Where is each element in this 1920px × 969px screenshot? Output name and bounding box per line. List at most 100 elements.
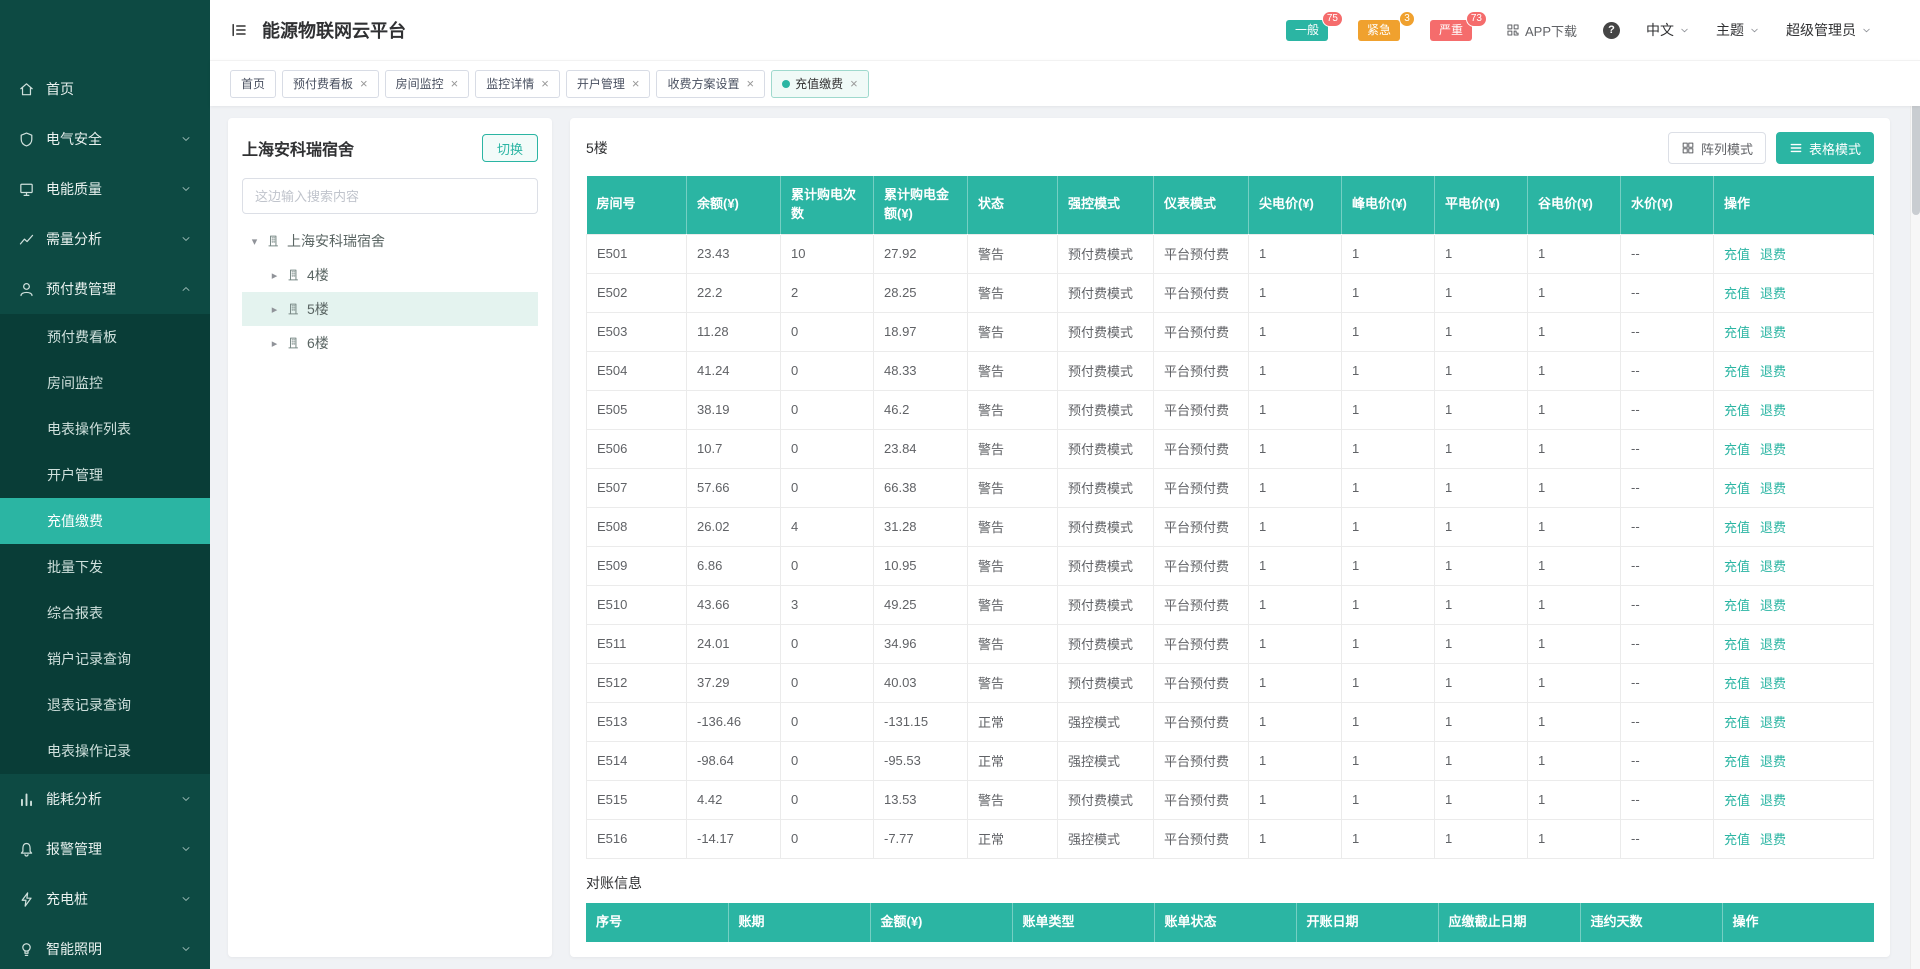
refund-link[interactable]: 退费 bbox=[1760, 832, 1786, 847]
recharge-link[interactable]: 充值 bbox=[1724, 286, 1750, 301]
language-selector[interactable]: 中文 bbox=[1646, 20, 1690, 40]
room-cell: 1 bbox=[1249, 663, 1342, 702]
sidebar-subitem[interactable]: 批量下发 bbox=[0, 544, 210, 590]
recharge-link[interactable]: 充值 bbox=[1724, 754, 1750, 769]
user-menu[interactable]: 超级管理员 bbox=[1786, 20, 1872, 40]
tree-floor-node[interactable]: ▸4楼 bbox=[242, 258, 538, 292]
recharge-link[interactable]: 充值 bbox=[1724, 364, 1750, 379]
tree-floor-node[interactable]: ▸5楼 bbox=[242, 292, 538, 326]
recharge-link[interactable]: 充值 bbox=[1724, 598, 1750, 613]
tree-search-input[interactable] bbox=[242, 178, 538, 214]
recharge-link[interactable]: 充值 bbox=[1724, 715, 1750, 730]
refund-link[interactable]: 退费 bbox=[1760, 247, 1786, 262]
tab-close-icon[interactable]: × bbox=[746, 77, 754, 90]
recharge-link[interactable]: 充值 bbox=[1724, 832, 1750, 847]
refund-link[interactable]: 退费 bbox=[1760, 442, 1786, 457]
refund-link[interactable]: 退费 bbox=[1760, 637, 1786, 652]
caret-right-icon[interactable]: ▸ bbox=[268, 337, 281, 350]
sidebar-item-smart-lighting[interactable]: 智能照明 bbox=[0, 924, 210, 969]
reconciliation-header-cell: 账期 bbox=[728, 903, 870, 942]
room-cell: 预付费模式 bbox=[1058, 546, 1154, 585]
recharge-link[interactable]: 充值 bbox=[1724, 247, 1750, 262]
recharge-link[interactable]: 充值 bbox=[1724, 520, 1750, 535]
room-cell: 1 bbox=[1342, 429, 1435, 468]
tab-close-icon[interactable]: × bbox=[632, 77, 640, 90]
refund-link[interactable]: 退费 bbox=[1760, 403, 1786, 418]
sidebar-collapse-icon[interactable] bbox=[230, 21, 248, 39]
recharge-link[interactable]: 充值 bbox=[1724, 481, 1750, 496]
caret-right-icon[interactable]: ▸ bbox=[268, 269, 281, 282]
room-cell: 1 bbox=[1249, 468, 1342, 507]
recharge-link[interactable]: 充值 bbox=[1724, 403, 1750, 418]
chevron-up-icon bbox=[180, 283, 192, 295]
refund-link[interactable]: 退费 bbox=[1760, 598, 1786, 613]
refund-link[interactable]: 退费 bbox=[1760, 754, 1786, 769]
caret-right-icon[interactable]: ▸ bbox=[268, 303, 281, 316]
tree-floor-node[interactable]: ▸6楼 bbox=[242, 326, 538, 360]
vertical-scrollbar[interactable] bbox=[1910, 61, 1920, 969]
sidebar-item-energy-analysis[interactable]: 能耗分析 bbox=[0, 774, 210, 824]
sidebar-item-alarm-management[interactable]: 报警管理 bbox=[0, 824, 210, 874]
refund-link[interactable]: 退费 bbox=[1760, 286, 1786, 301]
theme-selector[interactable]: 主题 bbox=[1716, 20, 1760, 40]
recharge-link[interactable]: 充值 bbox=[1724, 676, 1750, 691]
recharge-link[interactable]: 充值 bbox=[1724, 325, 1750, 340]
sidebar-subitem[interactable]: 房间监控 bbox=[0, 360, 210, 406]
refund-link[interactable]: 退费 bbox=[1760, 364, 1786, 379]
tab[interactable]: 预付费看板× bbox=[282, 70, 379, 98]
tab-close-icon[interactable]: × bbox=[360, 77, 368, 90]
alarm-badge-urgent[interactable]: 紧急 3 bbox=[1358, 20, 1400, 41]
sidebar-subitem[interactable]: 退表记录查询 bbox=[0, 682, 210, 728]
app-download-link[interactable]: APP下载 bbox=[1506, 21, 1577, 40]
refund-link[interactable]: 退费 bbox=[1760, 559, 1786, 574]
table-mode-button[interactable]: 表格模式 bbox=[1776, 132, 1874, 164]
sidebar-item-home[interactable]: 首页 bbox=[0, 64, 210, 114]
tab[interactable]: 开户管理× bbox=[566, 70, 651, 98]
refund-link[interactable]: 退费 bbox=[1760, 325, 1786, 340]
tab[interactable]: 监控详情× bbox=[475, 70, 560, 98]
tab[interactable]: 充值缴费× bbox=[771, 70, 869, 98]
building-icon bbox=[287, 268, 301, 282]
help-icon[interactable]: ? bbox=[1603, 22, 1620, 39]
recharge-link[interactable]: 充值 bbox=[1724, 559, 1750, 574]
refund-link[interactable]: 退费 bbox=[1760, 676, 1786, 691]
refund-link[interactable]: 退费 bbox=[1760, 715, 1786, 730]
sidebar-item-power-quality[interactable]: 电能质量 bbox=[0, 164, 210, 214]
sidebar-subitem[interactable]: 销户记录查询 bbox=[0, 636, 210, 682]
room-cell: -- bbox=[1621, 624, 1714, 663]
room-cell: 1 bbox=[1342, 741, 1435, 780]
refund-link[interactable]: 退费 bbox=[1760, 793, 1786, 808]
recharge-link[interactable]: 充值 bbox=[1724, 442, 1750, 457]
tab-close-icon[interactable]: × bbox=[541, 77, 549, 90]
tab[interactable]: 首页 bbox=[230, 70, 276, 98]
tab-close-icon[interactable]: × bbox=[451, 77, 459, 90]
alarm-badge-severe[interactable]: 严重 73 bbox=[1430, 20, 1472, 41]
room-cell: -- bbox=[1621, 468, 1714, 507]
room-cell: -98.64 bbox=[687, 741, 781, 780]
grid-mode-button[interactable]: 阵列模式 bbox=[1668, 132, 1766, 164]
switch-building-button[interactable]: 切换 bbox=[482, 134, 538, 162]
sidebar-subitem[interactable]: 预付费看板 bbox=[0, 314, 210, 360]
sidebar-item-electrical-safety[interactable]: 电气安全 bbox=[0, 114, 210, 164]
chevron-down-icon bbox=[180, 233, 192, 245]
tab-close-icon[interactable]: × bbox=[850, 77, 858, 90]
sidebar-subitem[interactable]: 综合报表 bbox=[0, 590, 210, 636]
tab[interactable]: 房间监控× bbox=[385, 70, 470, 98]
recharge-link[interactable]: 充值 bbox=[1724, 793, 1750, 808]
refund-link[interactable]: 退费 bbox=[1760, 481, 1786, 496]
reconciliation-table: 序号账期金额(¥)账单类型账单状态开账日期应缴截止日期违约天数操作 bbox=[586, 903, 1874, 942]
sidebar-item-demand-analysis[interactable]: 需量分析 bbox=[0, 214, 210, 264]
sidebar-subitem[interactable]: 开户管理 bbox=[0, 452, 210, 498]
sidebar-subitem[interactable]: 电表操作列表 bbox=[0, 406, 210, 452]
caret-down-icon[interactable]: ▾ bbox=[248, 235, 261, 248]
refund-link[interactable]: 退费 bbox=[1760, 520, 1786, 535]
sidebar-item-prepaid-management[interactable]: 预付费管理 bbox=[0, 264, 210, 314]
tab[interactable]: 收费方案设置× bbox=[656, 70, 765, 98]
alarm-badge-general[interactable]: 一般 75 bbox=[1286, 20, 1328, 41]
sidebar-subitem[interactable]: 充值缴费 bbox=[0, 498, 210, 544]
tree-root-node[interactable]: ▾上海安科瑞宿舍 bbox=[242, 224, 538, 258]
sidebar-subitem[interactable]: 电表操作记录 bbox=[0, 728, 210, 774]
chevron-down-icon bbox=[180, 843, 192, 855]
recharge-link[interactable]: 充值 bbox=[1724, 637, 1750, 652]
sidebar-item-charging-pile[interactable]: 充电桩 bbox=[0, 874, 210, 924]
